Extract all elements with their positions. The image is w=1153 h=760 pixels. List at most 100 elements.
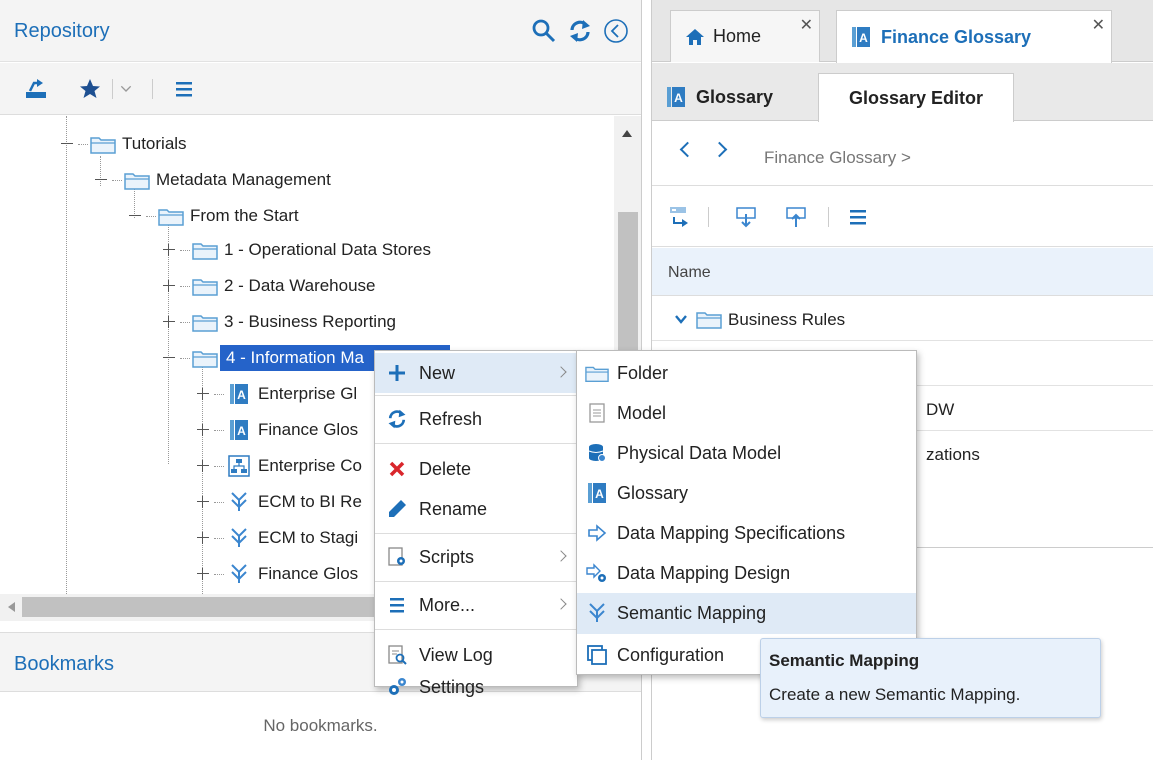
new-submenu: Folder Model Physical Data Model A Gloss…	[576, 350, 917, 675]
refresh-icon[interactable]	[567, 18, 593, 49]
menu-item-new[interactable]: New	[375, 353, 577, 393]
menu-item-scripts[interactable]: Scripts	[375, 537, 577, 577]
submenu-item-model[interactable]: Model	[577, 393, 916, 434]
submenu-item-folder[interactable]: Folder	[577, 353, 916, 394]
context-menu: New Refresh Delete Rename Scripts More..…	[374, 350, 578, 697]
tree-item[interactable]: A Finance Glos	[196, 414, 358, 446]
menu-lines-icon[interactable]	[846, 205, 870, 234]
import-icon[interactable]	[24, 77, 48, 106]
menu-item-settings[interactable]: Settings	[375, 669, 577, 705]
svg-text:A: A	[237, 388, 246, 402]
tab-home[interactable]: Home ✕	[670, 10, 820, 62]
table-row[interactable]: Business Rules	[652, 297, 1153, 341]
tree-item[interactable]: From the Start	[128, 200, 299, 232]
semantic-mapping-icon	[226, 491, 252, 513]
search-icon[interactable]	[531, 18, 557, 49]
tree-item[interactable]: Tutorials	[60, 128, 187, 160]
configuration-icon	[577, 644, 617, 666]
data-mapping-design-icon	[577, 562, 617, 584]
chevron-down-icon[interactable]	[674, 311, 688, 331]
glossary-icon: A	[226, 419, 252, 441]
glossary-icon: A	[226, 383, 252, 405]
refresh-icon	[375, 408, 419, 430]
folder-icon	[192, 311, 218, 333]
folder-icon	[192, 275, 218, 297]
pencil-icon	[375, 498, 419, 520]
menu-item-refresh[interactable]: Refresh	[375, 399, 577, 439]
home-icon	[685, 28, 705, 46]
tab-glossary-editor[interactable]: Glossary Editor	[818, 73, 1014, 122]
tree-item[interactable]: 1 - Operational Data Stores	[162, 234, 431, 266]
bookmark-star-icon[interactable]	[78, 77, 102, 106]
forward-arrow-icon[interactable]	[711, 141, 728, 158]
tooltip-title: Semantic Mapping	[769, 651, 920, 670]
tree-item[interactable]: Finance Glos	[196, 558, 358, 590]
move-icon[interactable]	[668, 205, 692, 234]
close-icon[interactable]: ✕	[800, 15, 813, 35]
delete-x-icon	[375, 458, 419, 480]
chevron-right-icon	[555, 550, 567, 562]
svg-text:A: A	[859, 31, 868, 45]
view-log-icon	[375, 644, 419, 666]
tree-item[interactable]: A Enterprise Gl	[196, 378, 357, 410]
repository-toolbar	[0, 63, 641, 115]
tab-finance-glossary[interactable]: A Finance Glossary ✕	[836, 10, 1112, 63]
collapse-left-icon[interactable]	[603, 18, 629, 49]
chevron-right-icon	[555, 366, 567, 378]
glossary-icon: A	[666, 86, 686, 108]
tooltip: Semantic Mapping Create a new Semantic M…	[760, 638, 1101, 718]
bookmarks-empty-text: No bookmarks.	[263, 716, 378, 735]
bookmarks-title: Bookmarks	[14, 653, 115, 675]
move-down-icon[interactable]	[734, 205, 758, 234]
repository-title: Repository	[14, 20, 110, 42]
tab-glossary[interactable]: A Glossary	[654, 73, 810, 121]
glossary-icon: A	[851, 26, 871, 48]
submenu-item-glossary[interactable]: A Glossary	[577, 473, 916, 514]
semantic-mapping-icon	[226, 563, 252, 585]
folder-icon	[192, 347, 218, 369]
column-header-name[interactable]: Name	[668, 264, 711, 282]
editor-toolbar	[652, 187, 1153, 247]
folder-icon	[577, 363, 617, 383]
tree-item[interactable]: ECM to BI Re	[196, 486, 362, 518]
scroll-up-arrow-icon[interactable]	[622, 130, 632, 137]
chevron-right-icon	[555, 598, 567, 610]
menu-lines-icon	[375, 594, 419, 616]
model-icon	[577, 402, 617, 424]
menu-item-rename[interactable]: Rename	[375, 489, 577, 529]
svg-text:A: A	[237, 424, 246, 438]
semantic-mapping-icon	[226, 527, 252, 549]
scripts-icon	[375, 546, 419, 568]
database-icon	[577, 442, 617, 464]
tree-item[interactable]: 3 - Business Reporting	[162, 306, 396, 338]
folder-icon	[696, 309, 722, 334]
submenu-item-semantic-mapping[interactable]: Semantic Mapping	[577, 593, 916, 634]
menu-item-more[interactable]: More...	[375, 585, 577, 625]
repository-header: Repository	[0, 0, 641, 62]
svg-text:A: A	[595, 487, 604, 501]
submenu-item-data-mapping-design[interactable]: Data Mapping Design	[577, 553, 916, 594]
tooltip-body: Create a new Semantic Mapping.	[769, 685, 1021, 704]
submenu-item-data-mapping-specifications[interactable]: Data Mapping Specifications	[577, 513, 916, 554]
sub-tab-bar: A Glossary Glossary Editor	[652, 63, 1153, 122]
dropdown-chevron-icon[interactable]	[118, 81, 134, 102]
back-arrow-icon[interactable]	[679, 141, 696, 158]
tree-item[interactable]: Metadata Management	[94, 164, 331, 196]
menu-item-delete[interactable]: Delete	[375, 449, 577, 489]
configuration-icon	[226, 455, 252, 477]
breadcrumb-bar: Finance Glossary >	[652, 122, 1153, 186]
glossary-icon: A	[577, 482, 617, 504]
tree-item[interactable]: 2 - Data Warehouse	[162, 270, 376, 302]
menu-lines-icon[interactable]	[172, 77, 196, 106]
close-icon[interactable]: ✕	[1092, 15, 1105, 35]
data-mapping-icon	[577, 522, 617, 544]
grid-header: Name	[652, 248, 1153, 296]
move-up-icon[interactable]	[784, 205, 808, 234]
tree-item[interactable]: Enterprise Co	[196, 450, 362, 482]
folder-icon	[192, 239, 218, 261]
breadcrumb[interactable]: Finance Glossary >	[764, 148, 911, 168]
scroll-left-arrow-icon[interactable]	[8, 602, 15, 612]
folder-icon	[90, 133, 116, 155]
submenu-item-physical-data-model[interactable]: Physical Data Model	[577, 433, 916, 474]
tree-item[interactable]: ECM to Stagi	[196, 522, 358, 554]
